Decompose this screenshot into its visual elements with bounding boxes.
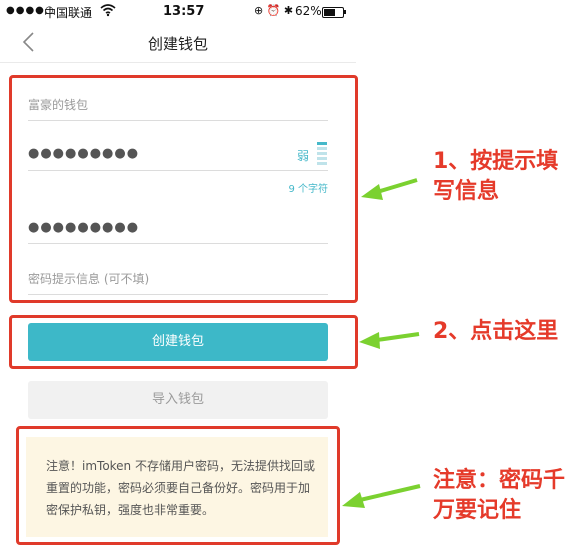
- create-button-highlight-box: [9, 315, 358, 369]
- green-arrow-icon: [342, 484, 421, 508]
- notice-highlight-box: [16, 426, 340, 545]
- annotation-note-line1: 注意：密码千: [433, 468, 566, 493]
- annotation-step1-line2: 写信息: [433, 179, 500, 204]
- battery-fill: [324, 9, 335, 16]
- annotation-step1-line1: 1、按提示填: [433, 149, 559, 174]
- annotation-note-line2: 万要记住: [433, 498, 522, 523]
- status-bar: ●●●●○ 中国联通 13:57 ⊕ ⏰ ✱ 62%: [0, 0, 360, 24]
- battery-tip: [344, 10, 346, 14]
- carrier-name: 中国联通: [44, 6, 93, 20]
- import-wallet-button[interactable]: 导入钱包: [28, 381, 328, 419]
- wifi-icon: [100, 3, 116, 20]
- nav-divider: [0, 62, 356, 63]
- annotation-note: 注意：密码千 万要记住: [433, 466, 565, 526]
- clock: 13:57: [163, 4, 205, 19]
- annotation-step1: 1、按提示填 写信息: [433, 147, 558, 207]
- page-title: 创建钱包: [147, 35, 208, 53]
- battery-icon: [322, 7, 344, 18]
- annotation-step2: 2、点击这里: [433, 319, 559, 344]
- status-icons: ⊕ ⏰ ✱: [254, 4, 294, 17]
- green-arrow-icon: [359, 332, 420, 349]
- battery-percentage: 62%: [295, 4, 322, 18]
- green-arrow-icon: [361, 178, 418, 200]
- form-highlight-box: [9, 75, 358, 303]
